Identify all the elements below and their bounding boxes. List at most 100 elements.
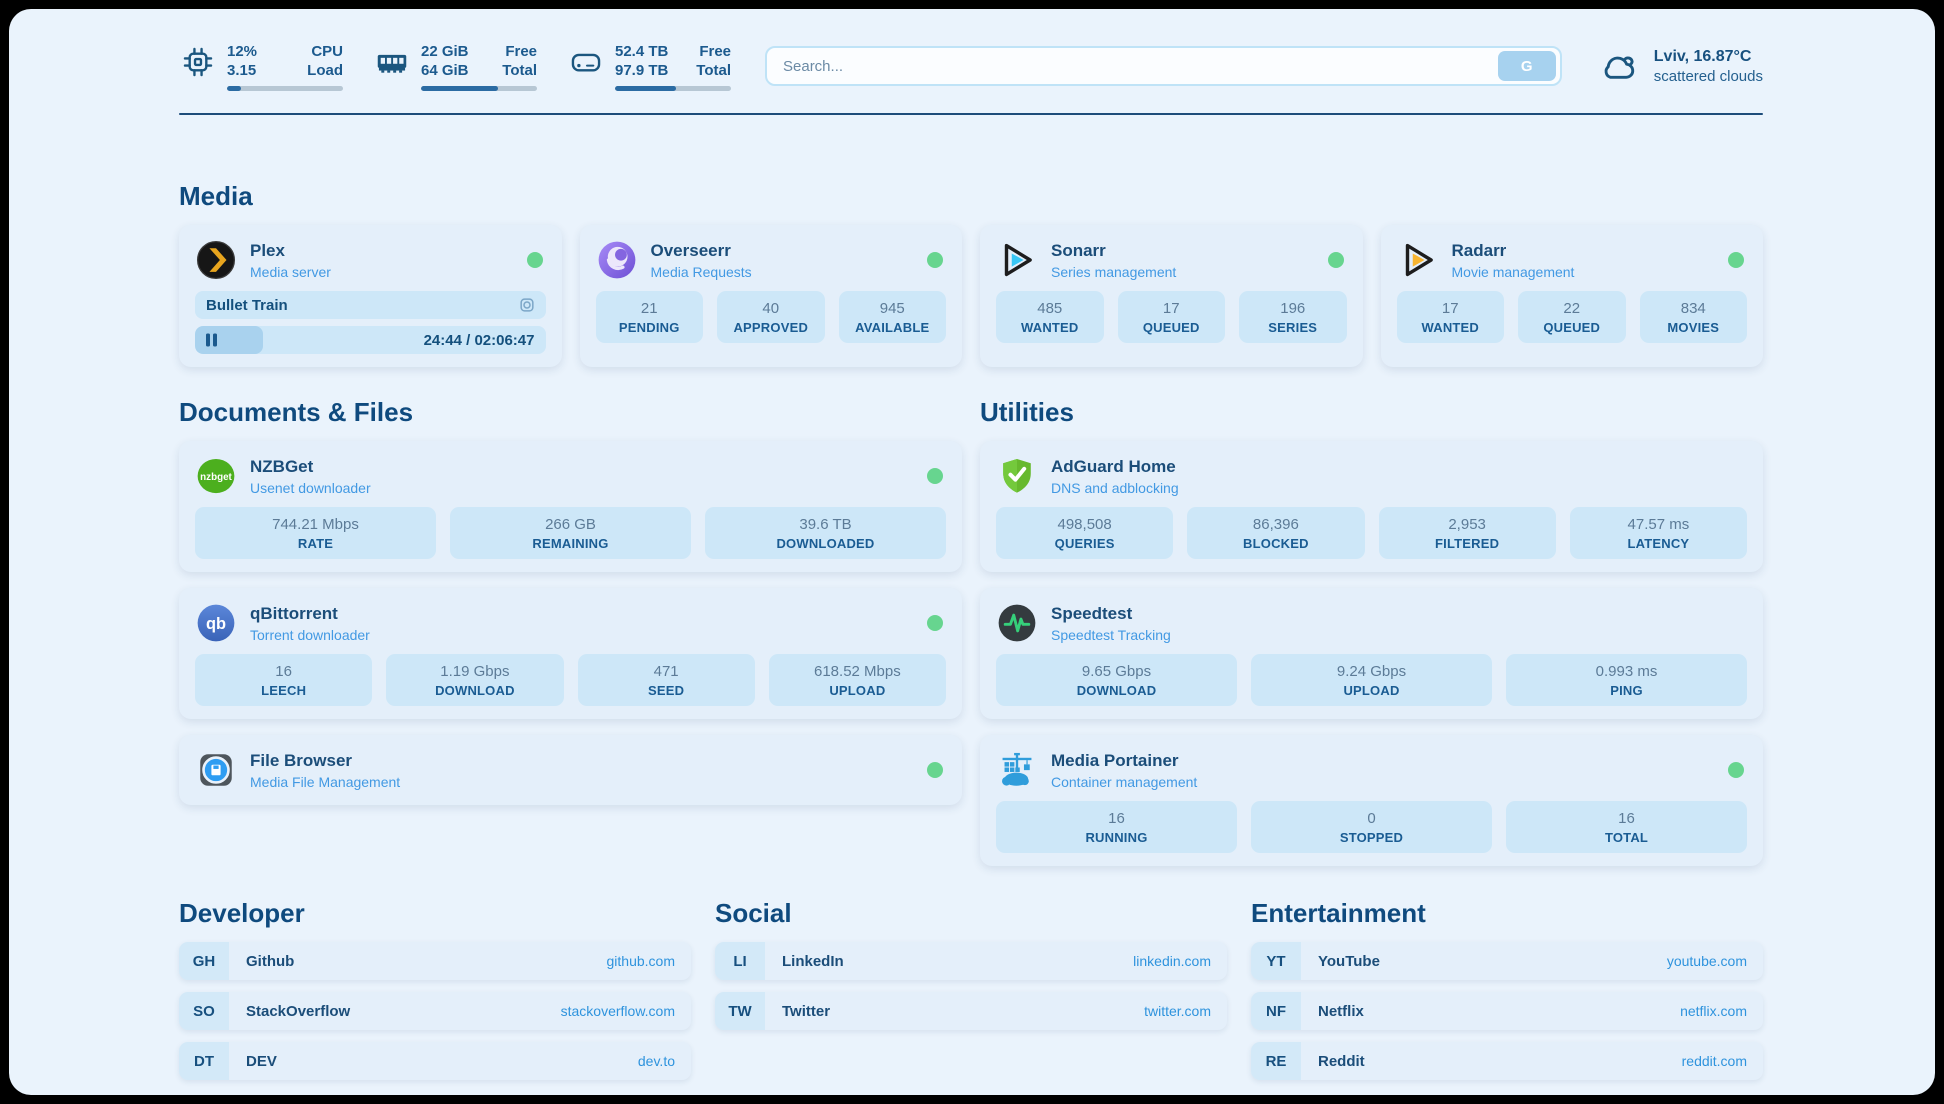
stat-tile: 834 MOVIES [1640, 291, 1748, 343]
link-url[interactable]: linkedin.com [1133, 953, 1227, 969]
stat-tile: 16 LEECH [195, 654, 372, 706]
speedtest-icon [996, 602, 1038, 644]
app-title: qBittorrent [250, 604, 370, 624]
link-name: DEV [229, 1053, 638, 1070]
app-card-overseerr[interactable]: Overseerr Media Requests 21 PENDING 40 A… [580, 225, 963, 367]
link-url[interactable]: dev.to [638, 1053, 691, 1069]
cpu-load-label: Load [307, 61, 343, 81]
app-subtitle: Movie management [1452, 264, 1575, 280]
status-online-dot [527, 252, 543, 268]
disk-free-value: 52.4 TB [615, 42, 668, 62]
link-row-github[interactable]: GH Github github.com [179, 942, 691, 980]
cpu-progress-bar [227, 86, 343, 91]
section-title-utilities: Utilities [980, 397, 1763, 427]
stat-tile: 744.21 Mbps RATE [195, 507, 436, 559]
link-url[interactable]: github.com [607, 953, 691, 969]
app-card-portainer[interactable]: Media Portainer Container management 16 … [980, 735, 1763, 866]
ram-progress-bar [421, 86, 537, 91]
search-bar[interactable]: G [765, 46, 1562, 86]
link-name: Netflix [1301, 1003, 1680, 1020]
ram-icon [373, 43, 411, 81]
qbittorrent-icon: qb [195, 602, 237, 644]
link-row-twitter[interactable]: TW Twitter twitter.com [715, 992, 1227, 1030]
dashboard-frame: 12% 3.15 CPU Load [0, 0, 1944, 1104]
stat-tile: 9.24 Gbps UPLOAD [1251, 654, 1492, 706]
status-online-dot [927, 762, 943, 778]
link-row-youtube[interactable]: YT YouTube youtube.com [1251, 942, 1763, 980]
nzbget-icon: nzbget [195, 455, 237, 497]
camera-icon [517, 295, 537, 315]
link-url[interactable]: reddit.com [1682, 1053, 1763, 1069]
top-bar: 12% 3.15 CPU Load [179, 35, 1763, 97]
link-row-stackoverflow[interactable]: SO StackOverflow stackoverflow.com [179, 992, 691, 1030]
cpu-label: CPU [307, 42, 343, 62]
cpu-load-value: 3.15 [227, 61, 257, 81]
app-card-sonarr[interactable]: Sonarr Series management 485 WANTED 17 Q… [980, 225, 1363, 367]
section-title-developer: Developer [179, 898, 691, 928]
link-name: YouTube [1301, 953, 1667, 970]
stat-tile: 2,953 FILTERED [1379, 507, 1556, 559]
link-row-netflix[interactable]: NF Netflix netflix.com [1251, 992, 1763, 1030]
cpu-usage-value: 12% [227, 42, 257, 62]
documents-column: Documents & Files nzbget NZBGet Usenet d… [179, 367, 962, 805]
app-card-adguard[interactable]: AdGuard Home DNS and adblocking 498,508 … [980, 441, 1763, 572]
stat-tile: 16 RUNNING [996, 801, 1237, 853]
developer-column: Developer GH Github github.com SO StackO… [179, 866, 691, 1092]
status-online-dot [927, 468, 943, 484]
link-badge: GH [179, 942, 229, 980]
sonarr-icon [996, 239, 1038, 281]
link-badge: NF [1251, 992, 1301, 1030]
link-name: Twitter [765, 1003, 1144, 1020]
disk-stat-widget: 52.4 TB 97.9 TB Free Total [567, 42, 731, 91]
status-online-dot [1328, 252, 1344, 268]
ram-free-value: 22 GiB [421, 42, 469, 62]
link-badge: YT [1251, 942, 1301, 980]
weather-location-temp: Lviv, 16.87°C [1654, 48, 1763, 66]
link-row-dev[interactable]: DT DEV dev.to [179, 1042, 691, 1080]
stat-tile: 17 WANTED [1397, 291, 1505, 343]
link-url[interactable]: twitter.com [1144, 1003, 1227, 1019]
app-title: NZBGet [250, 457, 371, 477]
stat-tile: 16 TOTAL [1506, 801, 1747, 853]
link-url[interactable]: stackoverflow.com [561, 1003, 691, 1019]
app-subtitle: DNS and adblocking [1051, 480, 1179, 496]
stat-tile: 196 SERIES [1239, 291, 1347, 343]
cpu-icon [179, 43, 217, 81]
ram-free-label: Free [502, 42, 537, 62]
link-row-reddit[interactable]: RE Reddit reddit.com [1251, 1042, 1763, 1080]
dashboard-panel: 12% 3.15 CPU Load [9, 9, 1935, 1095]
app-title: Sonarr [1051, 241, 1176, 261]
adguard-icon [996, 455, 1038, 497]
disk-total-value: 97.9 TB [615, 61, 668, 81]
utilities-column: Utilities AdGuard Home DNS and adblockin… [980, 367, 1763, 866]
link-url[interactable]: netflix.com [1680, 1003, 1763, 1019]
app-card-filebrowser[interactable]: File Browser Media File Management [179, 735, 962, 805]
cloud-icon [1596, 46, 1642, 86]
stat-tile: 9.65 Gbps DOWNLOAD [996, 654, 1237, 706]
app-card-nzbget[interactable]: nzbget NZBGet Usenet downloader 744.21 M… [179, 441, 962, 572]
section-title-social: Social [715, 898, 1227, 928]
app-subtitle: Series management [1051, 264, 1176, 280]
search-input[interactable] [783, 58, 1498, 75]
radarr-icon [1397, 239, 1439, 281]
app-card-qbittorrent[interactable]: qb qBittorrent Torrent downloader 16 LEE… [179, 588, 962, 719]
pause-icon [206, 334, 217, 347]
ram-stat-widget: 22 GiB 64 GiB Free Total [373, 42, 537, 91]
link-row-linkedin[interactable]: LI LinkedIn linkedin.com [715, 942, 1227, 980]
social-column: Social LI LinkedIn linkedin.com TW Twitt… [715, 866, 1227, 1042]
stat-tile: 47.57 ms LATENCY [1570, 507, 1747, 559]
app-subtitle: Speedtest Tracking [1051, 627, 1171, 643]
app-card-radarr[interactable]: Radarr Movie management 17 WANTED 22 QUE… [1381, 225, 1764, 367]
link-badge: RE [1251, 1042, 1301, 1080]
stat-tile: 0 STOPPED [1251, 801, 1492, 853]
app-card-speedtest[interactable]: Speedtest Speedtest Tracking 9.65 Gbps D… [980, 588, 1763, 719]
app-subtitle: Usenet downloader [250, 480, 371, 496]
portainer-icon [996, 749, 1038, 791]
link-url[interactable]: youtube.com [1667, 953, 1763, 969]
search-engine-button[interactable]: G [1498, 51, 1556, 81]
link-badge: LI [715, 942, 765, 980]
app-card-plex[interactable]: Plex Media server Bullet Train 24:44 / 0… [179, 225, 562, 367]
status-online-dot [927, 615, 943, 631]
link-name: StackOverflow [229, 1003, 561, 1020]
section-title-documents: Documents & Files [179, 397, 962, 427]
